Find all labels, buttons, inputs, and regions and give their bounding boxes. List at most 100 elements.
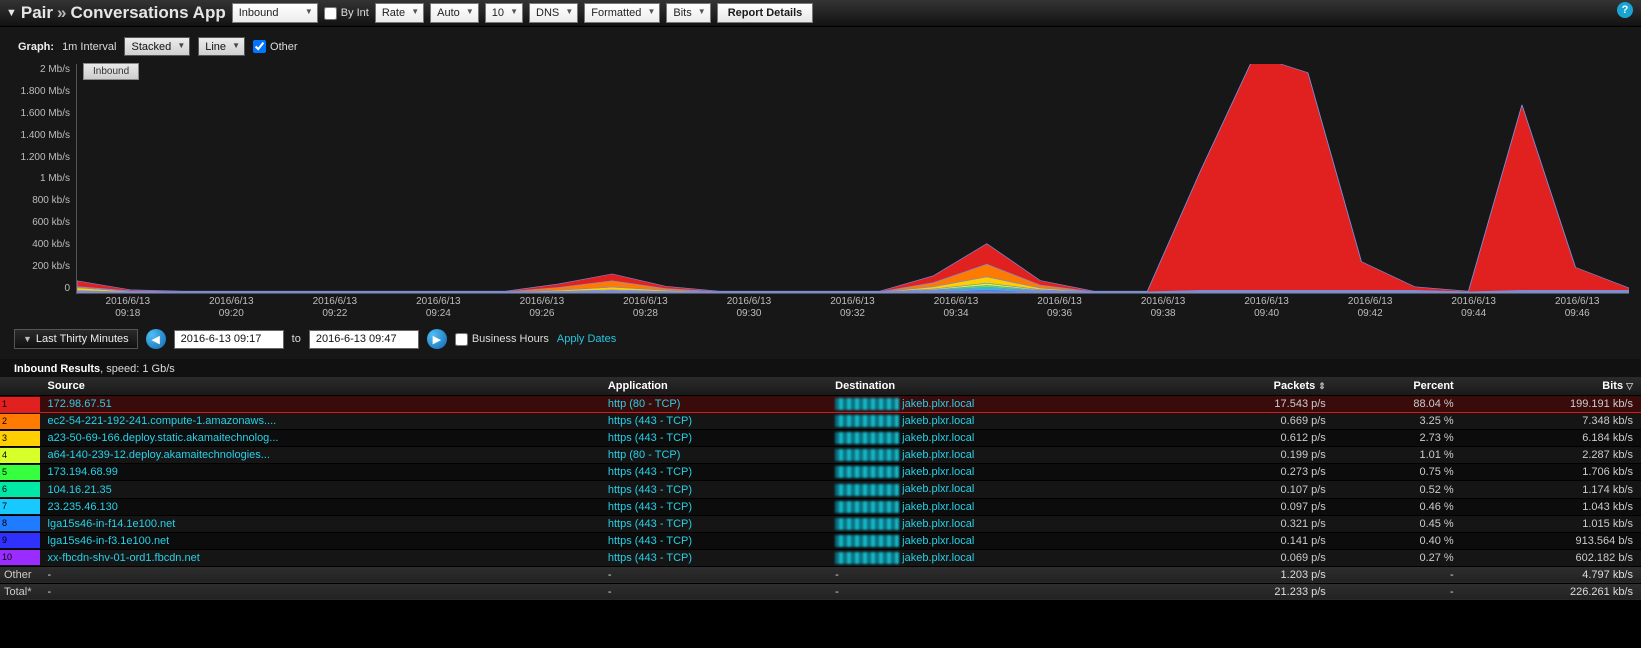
table-row[interactable]: 3a23-50-69-166.deploy.static.akamaitechn… [0, 430, 1641, 447]
cell-destination[interactable]: jakeb.plxr.local [827, 430, 1179, 447]
x-tick: 2016/6/1309:28 [594, 296, 698, 319]
cell-destination[interactable]: jakeb.plxr.local [827, 447, 1179, 464]
cell-source[interactable]: a23-50-69-166.deploy.static.akamaitechno… [40, 430, 600, 447]
cell-application[interactable]: https (443 - TCP) [600, 498, 827, 515]
y-tick: 200 kb/s [12, 261, 70, 272]
redacted-icon [835, 501, 899, 513]
table-row[interactable]: 9lga15s46-in-f3.1e100.nethttps (443 - TC… [0, 532, 1641, 549]
cell-destination[interactable]: jakeb.plxr.local [827, 396, 1179, 413]
date-from-input[interactable] [174, 330, 284, 349]
count-select[interactable]: 10 [485, 3, 523, 23]
stack-select[interactable]: Stacked [124, 37, 190, 56]
table-row[interactable]: 4a64-140-239-12.deploy.akamaitechnologie… [0, 447, 1641, 464]
col-percent[interactable]: Percent [1334, 377, 1462, 396]
cell-destination[interactable]: jakeb.plxr.local [827, 515, 1179, 532]
report-details-button[interactable]: Report Details [717, 3, 814, 23]
unit-select[interactable]: Bits [666, 3, 710, 23]
other-checkbox[interactable]: Other [253, 40, 298, 53]
cell-destination: - [827, 583, 1179, 600]
page-title[interactable]: ▼ Pair » Conversations App [6, 3, 226, 23]
col-packets[interactable]: Packets⇕ [1179, 377, 1334, 396]
cell-packets: 17.543 p/s [1179, 396, 1334, 413]
cell-source[interactable]: lga15s46-in-f3.1e100.net [40, 532, 600, 549]
cell-destination[interactable]: jakeb.plxr.local [827, 549, 1179, 566]
redacted-icon [835, 535, 899, 547]
col-source[interactable]: Source [40, 377, 600, 396]
table-row[interactable]: 2ec2-54-221-192-241.compute-1.amazonaws.… [0, 413, 1641, 430]
col-application[interactable]: Application [600, 377, 827, 396]
byint-checkbox-input[interactable] [324, 7, 337, 20]
cell-source[interactable]: 104.16.21.35 [40, 481, 600, 498]
line-select[interactable]: Line [198, 37, 245, 56]
chart-plot[interactable]: Inbound [76, 64, 1629, 294]
cell-source[interactable]: lga15s46-in-f14.1e100.net [40, 515, 600, 532]
cell-bits: 226.261 kb/s [1462, 583, 1641, 600]
cell-application: - [600, 583, 827, 600]
cell-application[interactable]: https (443 - TCP) [600, 413, 827, 430]
table-row[interactable]: 8lga15s46-in-f14.1e100.nethttps (443 - T… [0, 515, 1641, 532]
row-color: 10 [0, 549, 40, 566]
cell-destination[interactable]: jakeb.plxr.local [827, 532, 1179, 549]
cell-application[interactable]: http (80 - TCP) [600, 396, 827, 413]
cell-source[interactable]: 23.235.46.130 [40, 498, 600, 515]
cell-bits: 1.043 kb/s [1462, 498, 1641, 515]
cell-application[interactable]: http (80 - TCP) [600, 447, 827, 464]
cell-application[interactable]: https (443 - TCP) [600, 430, 827, 447]
business-hours-checkbox[interactable]: Business Hours [455, 333, 549, 346]
col-bits[interactable]: Bits▽ [1462, 377, 1641, 396]
nav-next-icon[interactable]: ▶ [427, 329, 447, 349]
rate-select[interactable]: Rate [375, 3, 424, 23]
cell-percent: 88.04 % [1334, 396, 1462, 413]
cell-application[interactable]: https (443 - TCP) [600, 515, 827, 532]
legend-tab[interactable]: Inbound [83, 63, 139, 80]
x-tick: 2016/6/1309:32 [801, 296, 905, 319]
cell-application[interactable]: https (443 - TCP) [600, 464, 827, 481]
format-select[interactable]: Formatted [584, 3, 660, 23]
cell-packets: 0.107 p/s [1179, 481, 1334, 498]
cell-source[interactable]: 173.194.68.99 [40, 464, 600, 481]
direction-select[interactable]: Inbound [232, 3, 318, 23]
cell-source: - [40, 583, 600, 600]
cell-destination[interactable]: jakeb.plxr.local [827, 464, 1179, 481]
auto-select[interactable]: Auto [430, 3, 479, 23]
redacted-icon [835, 449, 899, 461]
range-pill[interactable]: Last Thirty Minutes [14, 329, 138, 349]
x-tick: 2016/6/1309:24 [387, 296, 491, 319]
cell-packets: 0.199 p/s [1179, 447, 1334, 464]
byint-checkbox[interactable]: By Int [324, 7, 369, 20]
table-row[interactable]: 10xx-fbcdn-shv-01-ord1.fbcdn.nethttps (4… [0, 549, 1641, 566]
row-color: 9 [0, 532, 40, 549]
business-hours-input[interactable] [455, 333, 468, 346]
cell-application[interactable]: https (443 - TCP) [600, 481, 827, 498]
cell-destination[interactable]: jakeb.plxr.local [827, 413, 1179, 430]
redacted-icon [835, 466, 899, 478]
row-color: 5 [0, 464, 40, 481]
cell-destination[interactable]: jakeb.plxr.local [827, 498, 1179, 515]
resolve-select[interactable]: DNS [529, 3, 578, 23]
cell-source[interactable]: ec2-54-221-192-241.compute-1.amazonaws..… [40, 413, 600, 430]
help-icon[interactable]: ? [1617, 2, 1633, 18]
col-destination[interactable]: Destination [827, 377, 1179, 396]
table-row[interactable]: 1172.98.67.51http (80 - TCP)jakeb.plxr.l… [0, 396, 1641, 413]
cell-source: - [40, 566, 600, 583]
redacted-icon [835, 398, 899, 410]
cell-source[interactable]: xx-fbcdn-shv-01-ord1.fbcdn.net [40, 549, 600, 566]
apply-dates-link[interactable]: Apply Dates [557, 333, 616, 345]
cell-source[interactable]: 172.98.67.51 [40, 396, 600, 413]
row-color: 8 [0, 515, 40, 532]
table-row[interactable]: 5173.194.68.99https (443 - TCP)jakeb.plx… [0, 464, 1641, 481]
cell-packets: 0.097 p/s [1179, 498, 1334, 515]
date-to-input[interactable] [309, 330, 419, 349]
other-checkbox-input[interactable] [253, 40, 266, 53]
table-row[interactable]: 723.235.46.130https (443 - TCP)jakeb.plx… [0, 498, 1641, 515]
cell-application[interactable]: https (443 - TCP) [600, 532, 827, 549]
y-tick: 800 kb/s [12, 195, 70, 206]
results-label-prefix: Inbound Results [14, 363, 100, 375]
table-row[interactable]: 6104.16.21.35https (443 - TCP)jakeb.plxr… [0, 481, 1641, 498]
nav-prev-icon[interactable]: ◀ [146, 329, 166, 349]
byint-label: By Int [341, 7, 369, 19]
cell-destination[interactable]: jakeb.plxr.local [827, 481, 1179, 498]
cell-percent: - [1334, 583, 1462, 600]
cell-source[interactable]: a64-140-239-12.deploy.akamaitechnologies… [40, 447, 600, 464]
cell-application[interactable]: https (443 - TCP) [600, 549, 827, 566]
